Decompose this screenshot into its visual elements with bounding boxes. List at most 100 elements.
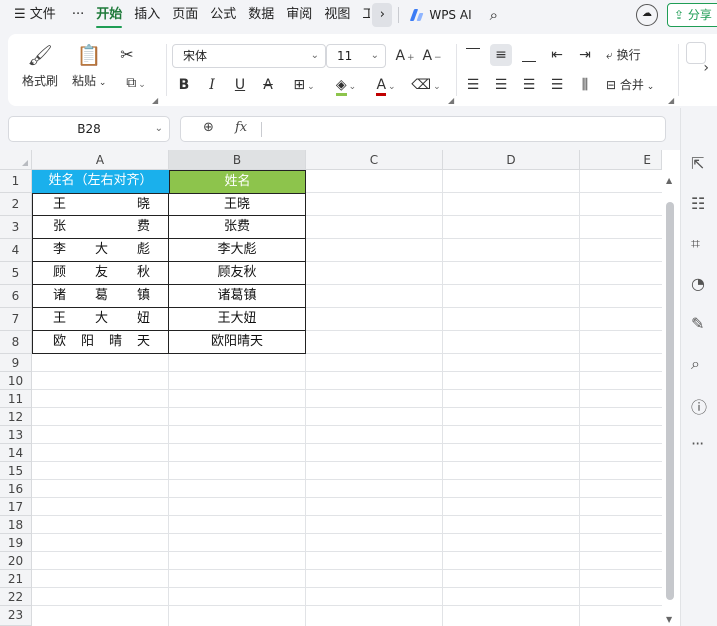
- formula-input[interactable]: [261, 122, 262, 137]
- column-header-c[interactable]: C: [306, 150, 443, 170]
- format-painter-button[interactable]: 🖌 格式刷: [22, 42, 58, 89]
- chevron-right-icon[interactable]: ›: [372, 3, 393, 27]
- font-launcher-icon[interactable]: ◢: [448, 96, 454, 105]
- select-all-corner[interactable]: [0, 150, 32, 170]
- zoom-icon[interactable]: ⊕: [203, 120, 214, 135]
- tab-review[interactable]: 审阅: [280, 0, 318, 30]
- cell-b2[interactable]: 王晓: [168, 193, 306, 216]
- clipboard-launcher-icon[interactable]: ◢: [152, 96, 158, 105]
- row-header[interactable]: 10: [0, 372, 32, 390]
- tab-tools[interactable]: 工: [356, 0, 370, 30]
- decrease-font-icon[interactable]: A −: [421, 45, 443, 67]
- row-header[interactable]: 15: [0, 462, 32, 480]
- help-icon[interactable]: ⓘ: [691, 394, 707, 418]
- column-header-e[interactable]: E: [580, 150, 662, 170]
- chevron-right-icon[interactable]: ›: [703, 60, 709, 76]
- column-header-a[interactable]: A: [32, 150, 169, 170]
- chart-icon[interactable]: ◔: [691, 274, 705, 293]
- cell-b1[interactable]: 姓名: [169, 170, 306, 193]
- align-top-icon[interactable]: ⎺: [462, 44, 484, 66]
- row-header[interactable]: 8: [0, 331, 32, 354]
- tab-home[interactable]: 开始: [90, 0, 128, 30]
- file-menu[interactable]: ☰ 文件: [0, 0, 62, 30]
- row-header[interactable]: 7: [0, 308, 32, 331]
- cell-a3[interactable]: 张费: [32, 216, 169, 239]
- vertical-scrollbar[interactable]: ▲ ▼: [662, 170, 680, 626]
- wps-ai-button[interactable]: WPS AI: [411, 8, 471, 22]
- cell-b3[interactable]: 张费: [168, 216, 306, 239]
- alignment-launcher-icon[interactable]: ◢: [668, 96, 674, 105]
- wrap-text-button[interactable]: ⤶ 换行: [606, 44, 641, 66]
- row-header[interactable]: 20: [0, 552, 32, 570]
- fx-icon[interactable]: fx: [235, 120, 247, 135]
- row-header[interactable]: 17: [0, 498, 32, 516]
- paste-button[interactable]: 📋 粘贴 ⌄: [72, 42, 106, 89]
- crop-icon[interactable]: ⌗: [691, 234, 700, 254]
- column-header-b[interactable]: B: [169, 150, 306, 170]
- search-icon[interactable]: ⌕: [484, 0, 504, 30]
- scroll-down-icon[interactable]: ▼: [666, 615, 672, 624]
- column-header-d[interactable]: D: [443, 150, 580, 170]
- borders-icon[interactable]: ⊞ ⌄: [286, 74, 322, 96]
- font-size-select[interactable]: 11 ⌄: [326, 44, 386, 68]
- cell-a6[interactable]: 诸葛镇: [32, 285, 169, 308]
- sliders-icon[interactable]: ☷: [691, 194, 705, 213]
- align-right-icon[interactable]: ☰: [518, 74, 540, 96]
- cell-b7[interactable]: 王大妞: [168, 308, 306, 331]
- justify-icon[interactable]: ☰: [546, 74, 568, 96]
- row-header[interactable]: 11: [0, 390, 32, 408]
- tab-data[interactable]: 数据: [242, 0, 280, 30]
- bold-icon[interactable]: B: [174, 74, 194, 96]
- row-header[interactable]: 19: [0, 534, 32, 552]
- cell-a7[interactable]: 王大妞: [32, 308, 169, 331]
- cell-a8[interactable]: 欧阳晴天: [32, 331, 169, 354]
- row-header[interactable]: 23: [0, 606, 32, 626]
- row-header[interactable]: 16: [0, 480, 32, 498]
- row-header[interactable]: 21: [0, 570, 32, 588]
- cell-a1[interactable]: 姓名（左右对齐）: [32, 170, 169, 193]
- share-button[interactable]: ⇪ 分享: [667, 3, 717, 27]
- row-header[interactable]: 5: [0, 262, 32, 285]
- italic-icon[interactable]: I: [202, 74, 222, 96]
- spreadsheet-grid[interactable]: A B C D E 1 2 3 4 5 6 7 8 9 10 11 12 13 …: [0, 150, 680, 626]
- font-name-select[interactable]: 宋体 ⌄: [172, 44, 326, 68]
- book-search-icon[interactable]: ⌕: [691, 354, 700, 374]
- distributed-align-icon[interactable]: ⫼: [574, 74, 596, 96]
- strikethrough-icon[interactable]: A: [258, 74, 278, 96]
- align-center-icon[interactable]: ☰: [490, 74, 512, 96]
- cell-b6[interactable]: 诸葛镇: [168, 285, 306, 308]
- formula-bar[interactable]: ⊕ fx: [180, 116, 666, 142]
- copy-button[interactable]: ⧉ ⌄: [118, 72, 154, 94]
- font-color-icon[interactable]: A ⌄: [368, 74, 404, 96]
- cell-b5[interactable]: 顾友秋: [168, 262, 306, 285]
- merge-cells-button[interactable]: ⊟ 合并 ⌄: [606, 74, 654, 98]
- row-header[interactable]: 14: [0, 444, 32, 462]
- row-header[interactable]: 1: [0, 170, 32, 193]
- row-header[interactable]: 4: [0, 239, 32, 262]
- row-header[interactable]: 22: [0, 588, 32, 606]
- tab-formula[interactable]: 公式: [204, 0, 242, 30]
- tools-icon[interactable]: ✎: [691, 314, 704, 333]
- eraser-icon[interactable]: ⌫ ⌄: [408, 74, 444, 96]
- row-header[interactable]: 13: [0, 426, 32, 444]
- align-left-icon[interactable]: ☰: [462, 74, 484, 96]
- name-box[interactable]: B28 ⌄: [8, 116, 170, 142]
- tab-page[interactable]: 页面: [166, 0, 204, 30]
- more-menu-button[interactable]: ···: [66, 0, 90, 30]
- cell-a4[interactable]: 李大彪: [32, 239, 169, 262]
- scroll-up-icon[interactable]: ▲: [666, 176, 672, 185]
- tab-insert[interactable]: 插入: [128, 0, 166, 30]
- cell-b8[interactable]: 欧阳晴天: [168, 331, 306, 354]
- scrollbar-thumb[interactable]: [666, 202, 674, 600]
- align-middle-icon[interactable]: ≡: [490, 44, 512, 66]
- align-bottom-icon[interactable]: ⎽: [518, 44, 540, 66]
- cell-a5[interactable]: 顾友秋: [32, 262, 169, 285]
- row-header[interactable]: 2: [0, 193, 32, 216]
- row-header[interactable]: 12: [0, 408, 32, 426]
- row-header[interactable]: 6: [0, 285, 32, 308]
- decrease-indent-icon[interactable]: ⇤: [546, 44, 568, 66]
- increase-indent-icon[interactable]: ⇥: [574, 44, 596, 66]
- cursor-select-icon[interactable]: ⇱: [691, 154, 704, 173]
- tab-view[interactable]: 视图: [318, 0, 356, 30]
- cell-b4[interactable]: 李大彪: [168, 239, 306, 262]
